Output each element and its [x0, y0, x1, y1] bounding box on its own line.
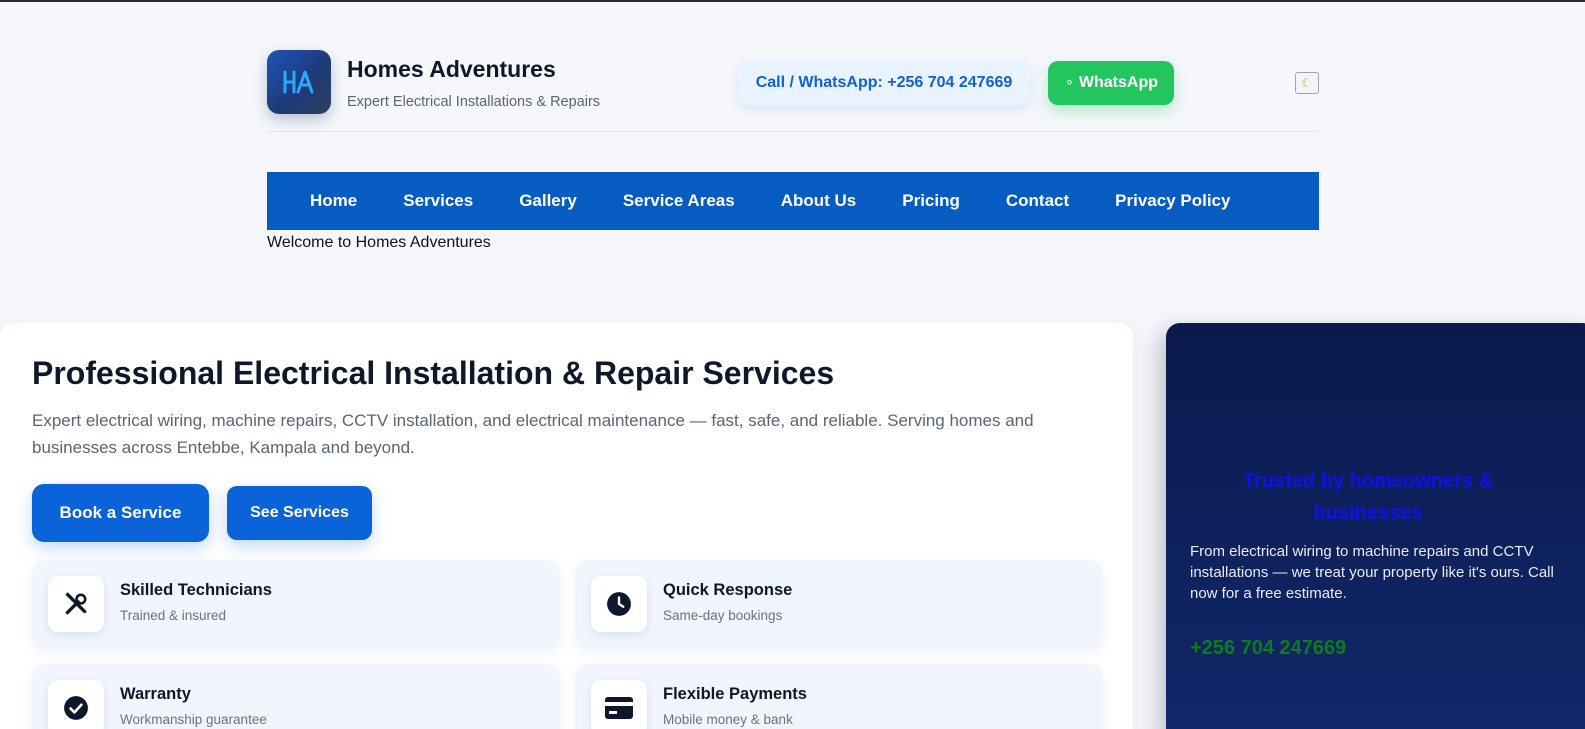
nav-item-service-areas[interactable]: Service Areas — [623, 191, 735, 211]
feature-title: Flexible Payments — [663, 685, 807, 703]
feature-title: Quick Response — [663, 581, 793, 599]
main-nav: Home Services Gallery Service Areas Abou… — [267, 172, 1319, 230]
whatsapp-button-label: WhatsApp — [1078, 74, 1158, 91]
nav-item-contact[interactable]: Contact — [1006, 191, 1069, 211]
trust-title: Trusted by homeowners & businesses — [1242, 470, 1494, 524]
feature-card-flexible-payments: Flexible Payments Mobile money & bank — [575, 664, 1103, 729]
hero-description: Expert electrical wiring, machine repair… — [32, 411, 1034, 457]
feature-title: Warranty — [120, 685, 191, 703]
hero-title: Professional Electrical Installation & R… — [32, 355, 835, 391]
feature-subtitle: Mobile money & bank — [663, 712, 793, 727]
nav-item-home[interactable]: Home — [310, 191, 357, 211]
call-whatsapp-link[interactable]: Call / WhatsApp: +256 704 247669 — [738, 61, 1030, 105]
feature-title: Skilled Technicians — [120, 581, 272, 599]
feature-subtitle: Trained & insured — [120, 608, 227, 623]
trust-phone-link[interactable]: +256 704 247669 — [1190, 637, 1346, 660]
see-services-button[interactable]: See Services — [227, 486, 372, 540]
nav-item-services[interactable]: Services — [403, 191, 473, 211]
feature-subtitle: Workmanship guarantee — [120, 712, 267, 727]
nav-item-pricing[interactable]: Pricing — [902, 191, 960, 211]
check-circle-icon — [48, 680, 104, 729]
theme-toggle-button[interactable]: ☾ — [1295, 72, 1319, 94]
moon-icon: ☾ — [1301, 76, 1313, 90]
feature-card-warranty: Warranty Workmanship guarantee — [32, 664, 560, 729]
feature-card-quick-response: Quick Response Same-day bookings — [575, 560, 1103, 650]
site-header: Homes Adventures Expert Electrical Insta… — [267, 50, 1319, 132]
whatsapp-icon: ⚬ — [1063, 75, 1075, 90]
trust-description: From electrical wiring to machine repair… — [1190, 543, 1554, 602]
brand-tagline: Expert Electrical Installations & Repair… — [347, 94, 601, 110]
brand-name[interactable]: Homes Adventures — [347, 56, 556, 83]
logo-mark-icon — [283, 70, 314, 94]
clock-icon — [591, 576, 647, 632]
welcome-text: Welcome to Homes Adventures — [267, 234, 491, 251]
nav-item-gallery[interactable]: Gallery — [519, 191, 577, 211]
site-logo[interactable] — [267, 50, 331, 114]
trust-card: Trusted by homeowners & businesses From … — [1166, 323, 1585, 729]
credit-card-icon — [591, 680, 647, 729]
whatsapp-button[interactable]: ⚬ WhatsApp — [1048, 61, 1174, 105]
tools-icon — [48, 576, 104, 632]
book-service-button[interactable]: Book a Service — [32, 484, 209, 542]
hero-card: Professional Electrical Installation & R… — [0, 323, 1133, 729]
feature-card-skilled-technicians: Skilled Technicians Trained & insured — [32, 560, 560, 650]
feature-subtitle: Same-day bookings — [663, 608, 783, 623]
nav-item-privacy-policy[interactable]: Privacy Policy — [1115, 191, 1230, 211]
nav-item-about-us[interactable]: About Us — [781, 191, 857, 211]
